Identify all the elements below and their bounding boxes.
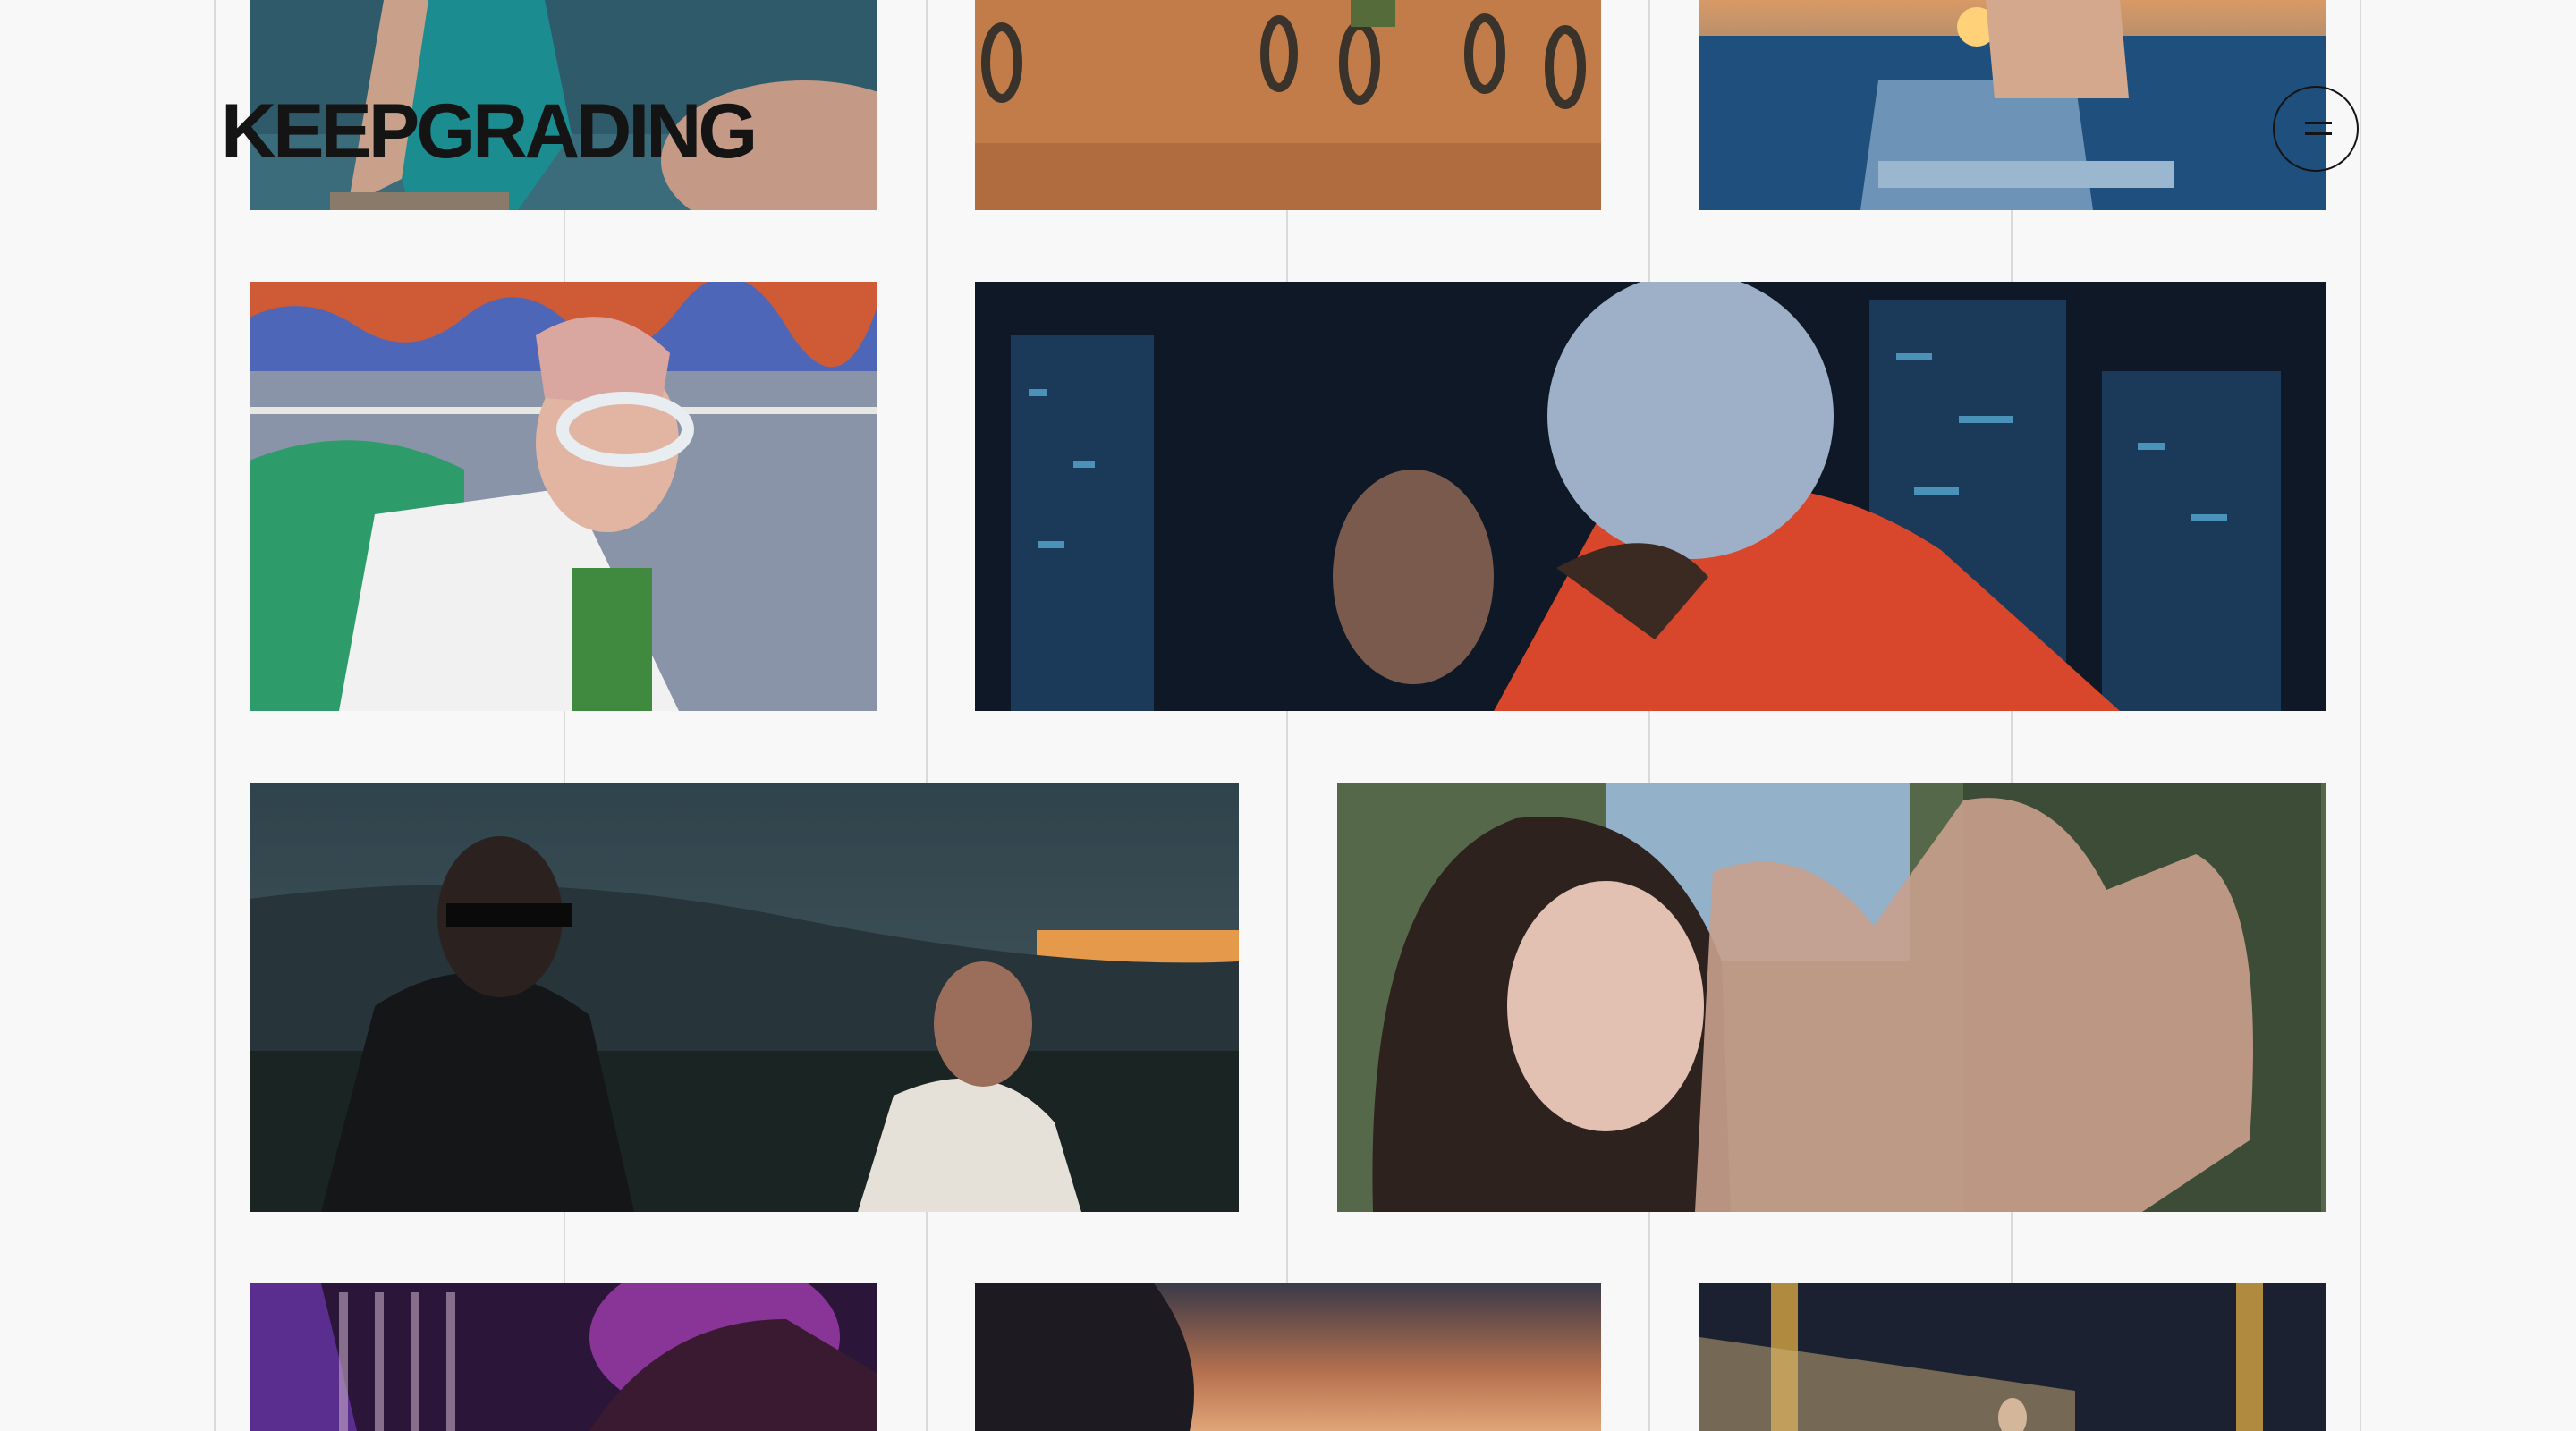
grid-line — [2360, 0, 2361, 1431]
video-thumbnail-hall-light[interactable] — [1699, 1283, 2326, 1431]
video-thumbnail-sunset-sea-chair[interactable] — [1699, 0, 2326, 210]
grid-line — [564, 0, 565, 1431]
video-thumbnail-sunset-hills-duo[interactable] — [250, 783, 1239, 1212]
video-thumbnail-purple-club[interactable] — [250, 1283, 877, 1431]
grid-line — [2011, 0, 2012, 1431]
site-logo[interactable]: KEEPGRADING — [221, 93, 758, 170]
grid-line — [926, 0, 928, 1431]
video-thumbnail-dusk-silhouette[interactable] — [975, 1283, 1601, 1431]
video-thumbnail-bikes-dirt-road[interactable] — [975, 0, 1601, 210]
grid-line — [1648, 0, 1650, 1431]
grid-line — [214, 0, 216, 1431]
video-thumbnail-night-city-mask[interactable] — [975, 282, 2326, 711]
grid-line — [1286, 0, 1288, 1431]
video-thumbnail-street-glasses[interactable] — [250, 282, 877, 711]
menu-button[interactable] — [2273, 86, 2359, 172]
video-thumbnail-woman-hands-forest[interactable] — [1337, 783, 2326, 1212]
